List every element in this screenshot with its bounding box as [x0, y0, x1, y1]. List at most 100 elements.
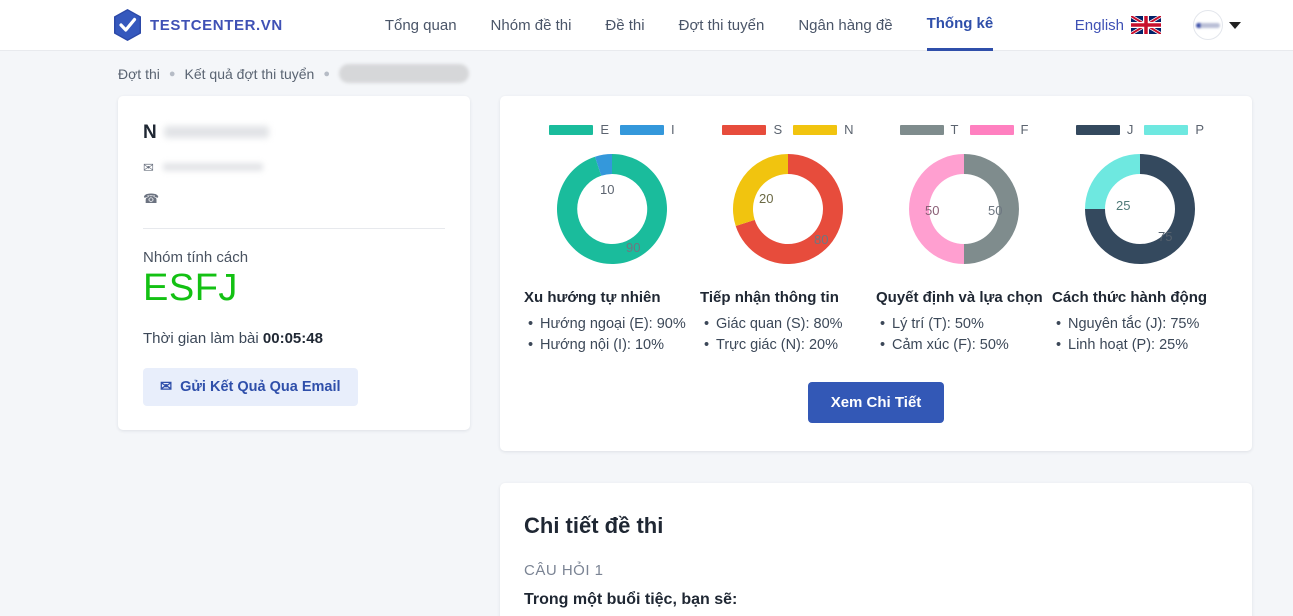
navbar-right: English: [1075, 10, 1241, 40]
shield-check-icon: [112, 8, 143, 42]
candidate-name-row: N: [143, 122, 445, 144]
donut-value-j: 75: [1158, 229, 1172, 244]
desc-item: Hướng nội (I): 10%: [524, 335, 700, 356]
chart-legend: T F: [899, 122, 1029, 137]
send-result-email-button[interactable]: ✉ Gửi Kết Quả Qua Email: [143, 367, 358, 406]
desc-item: Lý trí (T): 50%: [876, 314, 1052, 335]
page-content: N ✉ ☎ Nhóm tính cách ESFJ Thời gian làm …: [0, 96, 1293, 616]
personality-group-label: Nhóm tính cách: [143, 249, 249, 266]
legend-label-s: S: [773, 122, 783, 137]
legend-swatch-f: [969, 124, 1014, 135]
candidate-email-row: ✉: [143, 159, 445, 175]
desc-item: Nguyên tắc (J): 75%: [1052, 314, 1228, 335]
brand-logo[interactable]: TESTCENTER.VN: [112, 8, 283, 42]
legend-label-t: T: [950, 122, 959, 137]
exam-detail-card: Chi tiết đề thi CÂU HỎI 1 Trong một buổi…: [500, 482, 1252, 616]
candidate-name-redacted: [163, 126, 269, 138]
legend-swatch-e: [549, 124, 594, 135]
nav-item-ngan-hang-de[interactable]: Ngân hàng đề: [798, 0, 892, 51]
breadcrumb-item-redacted[interactable]: [339, 64, 469, 83]
chart-cach-thuc-hanh-dong: J P 25 75: [1052, 122, 1228, 270]
donut-value-e: 90: [626, 240, 640, 255]
desc-tiep-nhan-thong-tin: Tiếp nhận thông tin Giác quan (S): 80% T…: [700, 289, 876, 356]
desc-cach-thuc-hanh-dong: Cách thức hành động Nguyên tắc (J): 75% …: [1052, 289, 1228, 356]
legend-label-j: J: [1126, 122, 1134, 137]
avatar: [1193, 10, 1223, 40]
legend-label-p: P: [1195, 122, 1205, 137]
donut-value-t: 50: [988, 203, 1002, 218]
chart-legend: J P: [1075, 122, 1204, 137]
desc-list: Lý trí (T): 50% Cảm xúc (F): 50%: [876, 314, 1052, 356]
desc-item: Giác quan (S): 80%: [700, 314, 876, 335]
legend-swatch-t: [899, 124, 944, 135]
nav-item-tong-quan[interactable]: Tổng quan: [385, 0, 457, 51]
legend-label-i: I: [671, 122, 675, 137]
profile-divider: [143, 228, 445, 229]
candidate-profile-card: N ✉ ☎ Nhóm tính cách ESFJ Thời gian làm …: [118, 96, 470, 430]
donut-chart-s-n: 20 80: [732, 154, 843, 264]
chart-descriptions-row: Xu hướng tự nhiên Hướng ngoại (E): 90% H…: [524, 289, 1228, 356]
detail-button-wrapper: Xem Chi Tiết: [524, 381, 1228, 423]
legend-item-e: E: [549, 122, 609, 137]
desc-title: Xu hướng tự nhiên: [524, 289, 661, 306]
exam-duration-label: Thời gian làm bài: [143, 329, 259, 347]
question-text: Trong một buổi tiệc, bạn sẽ:: [524, 590, 738, 608]
breadcrumb-item-dot-thi[interactable]: Đợt thi: [118, 66, 160, 82]
desc-title: Quyết định và lựa chọn: [876, 289, 1043, 306]
candidate-name: N: [143, 122, 157, 143]
send-result-email-label: Gửi Kết Quả Qua Email: [180, 378, 341, 395]
nav-item-nhom-de-thi[interactable]: Nhóm đề thi: [491, 0, 572, 51]
desc-title: Tiếp nhận thông tin: [700, 289, 839, 306]
legend-item-p: P: [1144, 122, 1204, 137]
top-navbar: TESTCENTER.VN Tổng quan Nhóm đề thi Đề t…: [0, 0, 1293, 51]
legend-item-t: T: [899, 122, 959, 137]
donut-value-p: 25: [1116, 198, 1130, 213]
donut-value-n: 20: [759, 191, 773, 206]
nav-item-thong-ke[interactable]: Thống kê: [926, 0, 994, 51]
legend-item-f: F: [969, 122, 1029, 137]
main-nav: Tổng quan Nhóm đề thi Đề thi Đợt thi tuy…: [385, 0, 994, 51]
avatar-image-redacted: [1196, 22, 1220, 28]
personality-type-value: ESFJ: [143, 267, 238, 309]
desc-item: Linh hoạt (P): 25%: [1052, 335, 1228, 356]
envelope-icon: ✉: [160, 378, 173, 395]
candidate-email-redacted: [162, 163, 263, 171]
uk-flag-icon: [1131, 16, 1161, 34]
desc-list: Nguyên tắc (J): 75% Linh hoạt (P): 25%: [1052, 314, 1228, 356]
language-switcher[interactable]: English: [1075, 16, 1161, 34]
legend-label-e: E: [600, 122, 610, 137]
donut-chart-j-p: 25 75: [1085, 154, 1195, 264]
exam-duration-value: 00:05:48: [262, 329, 323, 347]
chart-quyet-dinh-va-lua-chon: T F 50 50: [876, 122, 1052, 270]
chevron-down-icon[interactable]: [1229, 21, 1241, 29]
nav-item-de-thi[interactable]: Đề thi: [605, 0, 644, 51]
legend-label-f: F: [1020, 122, 1029, 137]
desc-list: Hướng ngoại (E): 90% Hướng nội (I): 10%: [524, 314, 700, 356]
donut-value-s: 80: [814, 232, 828, 247]
desc-list: Giác quan (S): 80% Trực giác (N): 20%: [700, 314, 876, 356]
user-menu[interactable]: [1193, 10, 1241, 40]
breadcrumb-item-ket-qua[interactable]: Kết quả đợt thi tuyển: [185, 66, 315, 82]
chart-legend: S N: [722, 122, 854, 137]
desc-item: Cảm xúc (F): 50%: [876, 335, 1052, 356]
chart-xu-huong-tu-nhien: E I 10 90: [524, 122, 700, 270]
breadcrumb-separator: ●: [323, 67, 330, 80]
nav-item-dot-thi-tuyen[interactable]: Đợt thi tuyển: [679, 0, 765, 51]
exam-detail-heading: Chi tiết đề thi: [524, 512, 664, 538]
mbti-charts-card: E I 10 90 S N 20 80 T F 50 50 J P 25 75 …: [500, 96, 1252, 451]
right-column: E I 10 90 S N 20 80 T F 50 50 J P 25 75 …: [500, 96, 1252, 616]
desc-item: Trực giác (N): 20%: [700, 335, 876, 356]
language-label: English: [1074, 16, 1124, 34]
view-detail-button[interactable]: Xem Chi Tiết: [807, 381, 945, 423]
donut-value-i: 10: [600, 182, 614, 197]
legend-item-n: N: [793, 122, 854, 137]
desc-xu-huong-tu-nhien: Xu hướng tự nhiên Hướng ngoại (E): 90% H…: [524, 289, 700, 356]
donut-chart-e-i: 10 90: [556, 154, 667, 264]
exam-duration: Thời gian làm bài 00:05:48: [143, 330, 445, 347]
desc-quyet-dinh-va-lua-chon: Quyết định và lựa chọn Lý trí (T): 50% C…: [876, 289, 1052, 356]
desc-item: Hướng ngoại (E): 90%: [524, 314, 700, 335]
legend-swatch-n: [793, 124, 838, 135]
legend-swatch-i: [620, 124, 665, 135]
legend-swatch-j: [1075, 124, 1120, 135]
donut-chart-t-f: 50 50: [909, 154, 1019, 264]
